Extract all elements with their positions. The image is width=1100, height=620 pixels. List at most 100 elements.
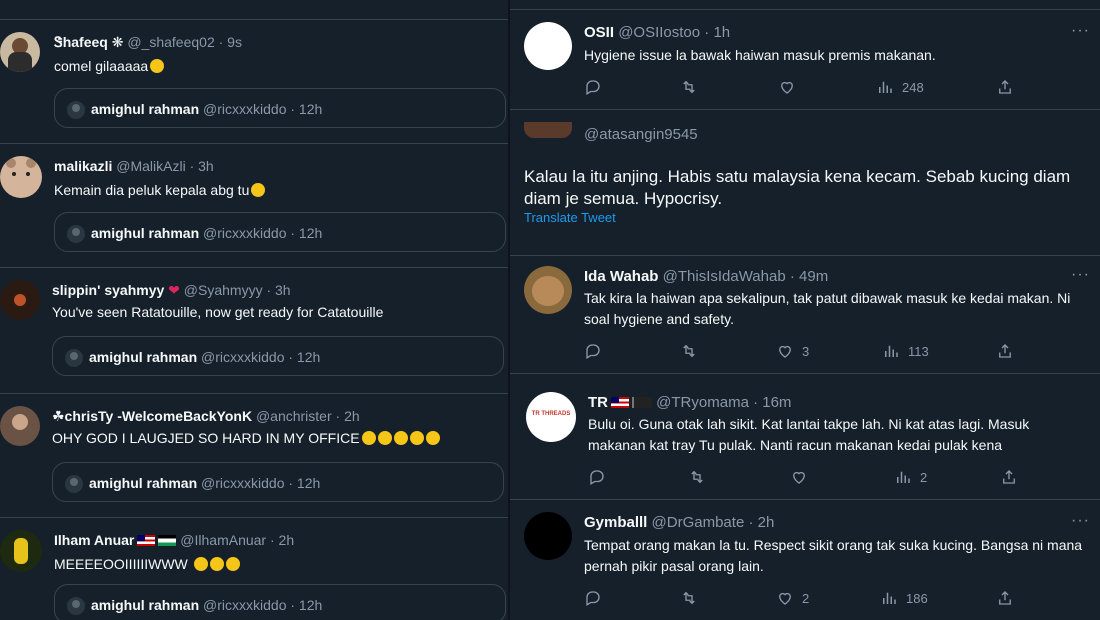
author-handle[interactable]: @ThisIsIdaWahab · 49m bbox=[663, 268, 829, 285]
more-icon[interactable]: ··· bbox=[1071, 512, 1090, 530]
quoted-tweet[interactable]: amighul rahman @ricxxxkiddo · 12h bbox=[54, 88, 506, 128]
author-handle[interactable]: @Syahmyyy · 3h bbox=[184, 282, 291, 298]
more-icon[interactable]: ··· bbox=[1071, 22, 1090, 40]
quoted-author: amighul rahman @ricxxxkiddo · 12h bbox=[91, 101, 323, 117]
author-name[interactable]: ☘chrisTy -WelcomeBackYonK @anchrister · … bbox=[52, 408, 360, 425]
retweet-icon bbox=[683, 344, 695, 358]
quoted-author: amighul rahman @ricxxxkiddo · 12h bbox=[89, 475, 321, 491]
quoted-author: amighul rahman @ricxxxkiddo · 12h bbox=[89, 349, 321, 365]
quoted-tweet[interactable]: amighul rahman @ricxxxkiddo · 12h bbox=[52, 462, 504, 502]
author-handle[interactable]: @TRyomama · 16m bbox=[656, 394, 791, 411]
avatar[interactable] bbox=[524, 266, 572, 314]
like-button[interactable]: 2 bbox=[776, 589, 809, 607]
like-button[interactable] bbox=[778, 78, 804, 96]
author-name[interactable]: TR @TRyomama · 16m bbox=[588, 394, 791, 411]
avatar bbox=[67, 101, 85, 119]
laughing-emoji-icon bbox=[377, 431, 392, 445]
retweet-button[interactable] bbox=[680, 342, 706, 360]
tweet-text: Kemain dia peluk kepala abg tu bbox=[54, 182, 266, 198]
tweet[interactable]: Gymballl @DrGambate · 2h ··· Tempat oran… bbox=[510, 500, 1100, 620]
tweet-text: You've seen Ratatouille, now get ready f… bbox=[52, 304, 384, 320]
avatar[interactable] bbox=[524, 512, 572, 560]
tweet-text: Tempat orang makan la tu. Respect sikit … bbox=[584, 537, 1083, 574]
reply-button[interactable] bbox=[584, 78, 610, 96]
like-icon bbox=[781, 81, 793, 94]
like-button[interactable]: 3 bbox=[776, 342, 809, 360]
avatar bbox=[67, 597, 85, 615]
tweet[interactable]: malikazli @MalikAzli · 3h Kemain dia pel… bbox=[0, 144, 508, 268]
reply-button[interactable] bbox=[584, 589, 610, 607]
author-handle[interactable]: @_shafeeq02 · 9s bbox=[127, 34, 242, 50]
left-timeline: Ꮥhafeeq ❋ @_shafeeq02 · 9s comel gilaaaa… bbox=[0, 0, 508, 620]
reply-button[interactable] bbox=[584, 342, 610, 360]
share-button[interactable] bbox=[996, 78, 1022, 96]
share-button[interactable] bbox=[996, 589, 1022, 607]
author-handle[interactable]: @OSIIostoo · 1h bbox=[618, 24, 730, 41]
quoted-tweet[interactable]: amighul rahman @ricxxxkiddo · 12h bbox=[52, 336, 504, 376]
views-button[interactable]: 113 bbox=[882, 342, 929, 360]
tweet[interactable]: Ida Wahab @ThisIsIdaWahab · 49m ··· Tak … bbox=[510, 256, 1100, 374]
malaysia-flag-icon bbox=[137, 535, 156, 546]
tweet-text: comel gilaaaaa bbox=[54, 58, 165, 74]
author-handle[interactable]: @atasangin9545 bbox=[584, 126, 698, 143]
share-icon bbox=[999, 591, 1011, 605]
share-icon bbox=[999, 80, 1011, 94]
tweet[interactable]: @atasangin9545 Kalau la itu anjing. Habi… bbox=[510, 110, 1100, 256]
author-name[interactable]: Gymballl @DrGambate · 2h bbox=[584, 514, 774, 531]
avatar[interactable] bbox=[0, 156, 42, 198]
avatar[interactable] bbox=[0, 32, 40, 72]
author-name[interactable]: Ilham Anuar @IlhamAnuar · 2h bbox=[54, 532, 294, 548]
author-name[interactable]: malikazli @MalikAzli · 3h bbox=[54, 158, 214, 174]
avatar[interactable] bbox=[524, 122, 572, 138]
tweet[interactable]: ☘chrisTy -WelcomeBackYonK @anchrister · … bbox=[0, 394, 508, 518]
cutoff-tweet bbox=[510, 0, 1100, 10]
laughing-emoji-icon bbox=[225, 557, 240, 571]
avatar[interactable] bbox=[0, 406, 40, 446]
tweet[interactable]: Ilham Anuar @IlhamAnuar · 2h MEEEEOOIIII… bbox=[0, 518, 508, 620]
reply-icon bbox=[586, 344, 600, 359]
like-icon bbox=[793, 471, 805, 484]
malaysia-flag-icon bbox=[611, 397, 629, 408]
views-button[interactable]: 2 bbox=[894, 468, 927, 486]
avatar[interactable] bbox=[0, 280, 40, 320]
laughing-emoji-icon bbox=[409, 431, 424, 445]
like-icon bbox=[779, 345, 791, 358]
avatar[interactable] bbox=[524, 22, 572, 70]
like-button[interactable] bbox=[790, 468, 816, 486]
tweet[interactable]: slippin' syahmyy ❤ @Syahmyyy · 3h You've… bbox=[0, 268, 508, 394]
translate-link[interactable]: Translate Tweet bbox=[524, 210, 616, 225]
more-icon[interactable]: ··· bbox=[1071, 266, 1090, 284]
retweet-button[interactable] bbox=[680, 589, 706, 607]
retweet-icon bbox=[691, 470, 703, 484]
author-handle[interactable]: @DrGambate · 2h bbox=[652, 514, 775, 531]
author-handle[interactable]: @IlhamAnuar · 2h bbox=[180, 532, 294, 548]
author-name[interactable]: slippin' syahmyy ❤ @Syahmyyy · 3h bbox=[52, 282, 291, 299]
tweet-text: Kalau la itu anjing. Habis satu malaysia… bbox=[524, 167, 1071, 208]
author-name[interactable]: Ꮥhafeeq ❋ @_shafeeq02 · 9s bbox=[54, 34, 242, 51]
laughing-emoji-icon bbox=[361, 431, 376, 445]
share-button[interactable] bbox=[996, 342, 1022, 360]
author-handle[interactable]: @MalikAzli · 3h bbox=[116, 158, 213, 174]
views-button[interactable]: 248 bbox=[876, 78, 924, 96]
quoted-tweet[interactable]: amighul rahman @ricxxxkiddo · 12h bbox=[54, 584, 506, 620]
reply-icon bbox=[590, 470, 604, 485]
retweet-button[interactable] bbox=[688, 468, 714, 486]
share-button[interactable] bbox=[1000, 468, 1026, 486]
retweet-button[interactable] bbox=[680, 78, 706, 96]
reply-button[interactable] bbox=[588, 468, 614, 486]
tweet[interactable]: OSII @OSIIostoo · 1h ··· Hygiene issue l… bbox=[510, 10, 1100, 110]
avatar[interactable]: TR THREADS bbox=[526, 392, 576, 442]
retweet-icon bbox=[683, 591, 695, 605]
author-handle[interactable]: @anchrister · 2h bbox=[256, 408, 360, 424]
author-name[interactable]: Ida Wahab @ThisIsIdaWahab · 49m bbox=[584, 268, 828, 285]
views-button[interactable]: 186 bbox=[880, 589, 928, 607]
author-name[interactable]: OSII @OSIIostoo · 1h bbox=[584, 24, 730, 41]
avatar bbox=[65, 475, 83, 493]
tweet[interactable]: TR THREADS TR @TRyomama · 16m Bulu oi. G… bbox=[510, 374, 1100, 500]
views-icon bbox=[879, 81, 892, 93]
tweet[interactable]: Ꮥhafeeq ❋ @_shafeeq02 · 9s comel gilaaaa… bbox=[0, 20, 508, 144]
reply-icon bbox=[586, 80, 600, 95]
avatar[interactable] bbox=[0, 530, 42, 572]
black-flag-icon bbox=[632, 397, 652, 408]
quoted-tweet[interactable]: amighul rahman @ricxxxkiddo · 12h bbox=[54, 212, 506, 252]
